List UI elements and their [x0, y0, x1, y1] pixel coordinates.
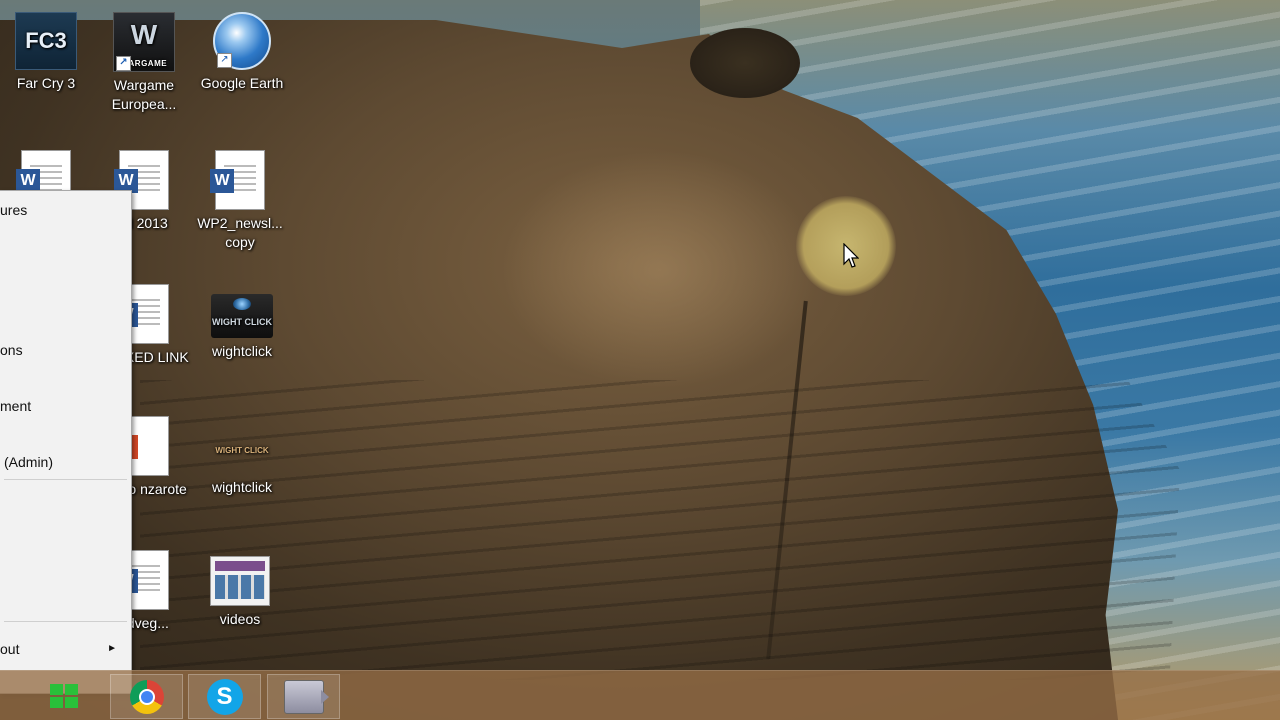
taskbar: S	[0, 670, 1280, 720]
desktop-icon-wargame[interactable]: W WARGAME ↗ Wargame Europea...	[98, 12, 190, 114]
menu-item-label: ment	[0, 398, 32, 414]
taskbar-screen-recorder[interactable]	[267, 674, 340, 719]
desktop-icon-label: wightclick	[212, 479, 272, 495]
camera-icon	[283, 679, 329, 714]
mouse-pointer-icon	[843, 243, 859, 268]
wightclick-logo-text: WIGHT CLICK	[212, 317, 272, 327]
wargame-icon: W WARGAME ↗	[113, 12, 175, 72]
shortcut-arrow-icon: ↗	[217, 53, 232, 68]
skype-icon: S	[206, 678, 243, 715]
desktop-icon-label: wightclick	[212, 343, 272, 359]
menu-item-label: (Admin)	[4, 454, 54, 470]
word-document-icon: W	[210, 150, 265, 210]
far-cry-3-icon: FC3	[15, 12, 77, 70]
desktop-icon-wightclick-2[interactable]: WIGHT CLICK wightclick	[196, 420, 288, 497]
desktop-icon-far-cry-3[interactable]: FC3 Far Cry 3	[0, 12, 92, 93]
word-badge-icon: W	[210, 169, 234, 193]
menu-item-power-options[interactable]: ons	[0, 339, 131, 361]
submenu-arrow-icon: ►	[107, 643, 117, 654]
menu-separator	[4, 479, 127, 480]
desktop-icon-label: videos	[219, 611, 261, 627]
wallpaper-strata	[140, 380, 1180, 680]
shortcut-arrow-icon: ↗	[116, 56, 131, 71]
desktop-icon-wp2-newsletter[interactable]: W WP2_newsl... copy	[194, 150, 286, 252]
desktop-icon-label: Wargame Europea...	[111, 77, 177, 112]
menu-item-label: out	[0, 641, 20, 657]
chrome-icon	[129, 679, 164, 714]
taskbar-skype[interactable]: S	[188, 674, 261, 719]
wargame-glyph: W	[130, 19, 158, 50]
menu-item-label: ures	[0, 202, 28, 218]
menu-item-programs-features[interactable]: ures	[0, 199, 131, 221]
windows-start-icon	[49, 683, 80, 710]
menu-separator	[4, 621, 127, 622]
desktop-icon-label: WP2_newsl... copy	[197, 215, 283, 250]
google-earth-icon: ↗	[213, 12, 271, 70]
videos-icon	[210, 556, 270, 606]
desktop-icon-wightclick-1[interactable]: WIGHT CLICK wightclick	[196, 286, 288, 361]
wightclick-icon: WIGHT CLICK	[215, 446, 269, 455]
wallpaper-highlight	[500, 150, 820, 390]
desktop-icon-label: Far Cry 3	[16, 75, 76, 91]
desktop-icon-videos[interactable]: videos	[194, 550, 286, 629]
desktop-icon-google-earth[interactable]: ↗ Google Earth	[196, 12, 288, 93]
menu-item-label: ons	[0, 342, 23, 358]
wallpaper-rock-top	[690, 28, 800, 98]
desktop[interactable]: FC3 Far Cry 3 W WARGAME ↗ Wargame Europe…	[0, 0, 1280, 720]
eye-icon	[233, 298, 251, 310]
taskbar-chrome[interactable]	[110, 674, 183, 719]
desktop-icon-label: Google Earth	[200, 75, 284, 91]
menu-item-command-prompt-admin[interactable]: (Admin)	[0, 451, 131, 473]
winx-power-user-menu: ures ons ment (Admin) out ►	[0, 190, 132, 694]
start-button[interactable]	[28, 674, 101, 719]
menu-item-device-management[interactable]: ment	[0, 395, 131, 417]
wightclick-icon: WIGHT CLICK	[211, 294, 273, 338]
menu-item-shut-down-sign-out[interactable]: out ►	[0, 638, 131, 660]
